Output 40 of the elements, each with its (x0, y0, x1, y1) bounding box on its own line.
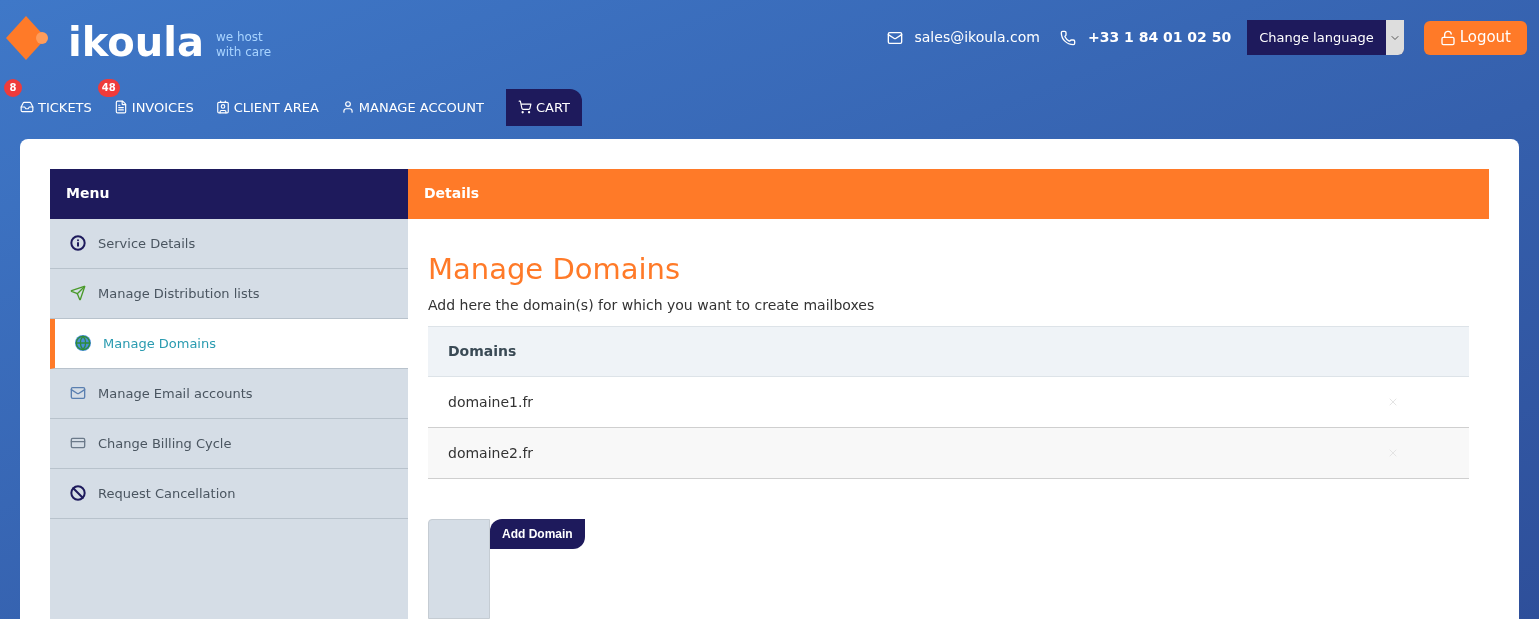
sidebar-item[interactable]: Manage Email accounts (50, 368, 408, 419)
tagline: with care (215, 45, 272, 60)
document-icon (113, 100, 128, 115)
cart-icon (518, 100, 532, 115)
nav-tab[interactable]: MANAGE ACCOUNT (340, 88, 484, 126)
sidebar-item[interactable]: Manage Distribution lists (50, 268, 408, 319)
globe-icon (75, 335, 91, 352)
nav-tab[interactable]: CART (506, 88, 582, 126)
sidebar-item[interactable]: Change Billing Cycle (50, 418, 408, 469)
details-header: Details (408, 168, 1489, 219)
phone-number: +33 1 84 01 02 50 (1087, 28, 1232, 47)
envelope-icon (70, 385, 86, 402)
table-cell-text: domaine2.fr (448, 443, 535, 463)
menu-header: Menu (50, 168, 408, 219)
cancel-icon (70, 485, 86, 502)
count-badge: 48 (97, 78, 120, 97)
unlock-icon (1439, 29, 1456, 46)
sidebar-item[interactable]: Service Details (50, 218, 408, 269)
info-icon (70, 235, 86, 252)
sidebar-item[interactable]: Manage Domains (50, 318, 408, 369)
input-field[interactable] (428, 519, 490, 619)
add-domain-button[interactable]: Add Domain (490, 519, 585, 549)
language-select[interactable]: Change language (1247, 20, 1404, 55)
sidebar-item[interactable]: Request Cancellation (50, 468, 408, 519)
nav-tab[interactable]: CLIENT AREA (215, 88, 319, 126)
envelope-icon (886, 29, 903, 46)
id-card-icon (215, 100, 230, 115)
nav-tab[interactable]: TICKETS (20, 88, 92, 126)
user-icon (340, 100, 355, 115)
page-heading: Manage Domains (428, 250, 682, 287)
brand-name: ikoula (68, 22, 204, 64)
email-link[interactable]: sales@ikoula.com (914, 27, 1040, 48)
tagline: we host (215, 30, 264, 45)
inbox-icon (20, 100, 34, 115)
table-cell-text: domaine1.fr (448, 392, 535, 412)
description-text: Add here the domain(s) for which you want to create mailboxes (428, 296, 876, 315)
phone-icon (1059, 29, 1076, 46)
count-badge: 8 (4, 78, 22, 97)
column-header: Domains (428, 326, 1469, 377)
delete-icon[interactable] (1387, 396, 1399, 408)
